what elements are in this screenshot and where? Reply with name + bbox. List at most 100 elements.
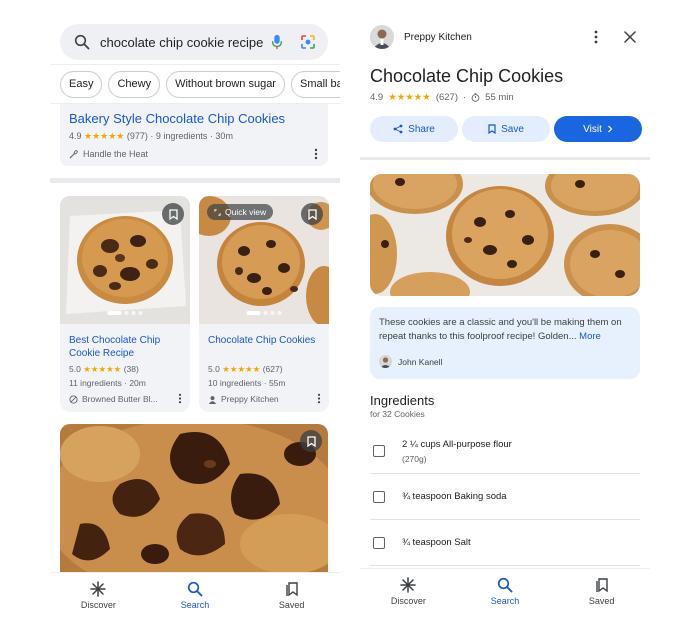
recipe-rating-row: 5.0 ★★★★★ (627)	[208, 364, 283, 375]
recipe-image[interactable]: Quick view	[199, 196, 329, 326]
expand-icon	[214, 208, 221, 216]
recipe-description-card[interactable]: These cookies are a classic and you'll b…	[370, 307, 640, 379]
action-buttons: Share Save Visit	[370, 116, 642, 142]
recipe-hero-image[interactable]	[370, 174, 640, 296]
bookmark-button[interactable]	[300, 430, 322, 452]
carousel-dots	[107, 311, 143, 315]
author-row: John Kanell	[379, 355, 442, 368]
section-divider	[360, 157, 650, 160]
bookmark-icon	[488, 124, 496, 134]
recipe-detail-screen: Preppy Kitchen Chocolate Chip Cookies 4.…	[360, 0, 650, 622]
recipe-image-large[interactable]	[60, 424, 328, 574]
recipe-title[interactable]: Chocolate Chip Cookies	[208, 334, 323, 347]
recipe-rating-row: 4.9 ★★★★★ (627) · 55 min	[370, 92, 514, 103]
author-name: John Kanell	[398, 356, 443, 367]
ingredient-checkbox[interactable]	[373, 537, 385, 549]
source-logo-icon	[69, 394, 78, 404]
source-name[interactable]: Preppy Kitchen	[404, 32, 594, 43]
bookmark-button[interactable]	[162, 203, 184, 225]
asterisk-icon	[400, 577, 417, 593]
microphone-icon[interactable]	[270, 34, 284, 50]
recipe-description: These cookies are a classic and you'll b…	[379, 316, 632, 344]
chip-chewy[interactable]: Chewy	[108, 71, 161, 98]
chef-avatar-icon	[208, 395, 217, 404]
ingredients-yield: for 32 Cookies	[370, 409, 425, 419]
rating-value: 5.0	[208, 364, 220, 374]
recipe-rating-row: 5.0 ★★★★★ (38)	[69, 364, 139, 375]
share-button[interactable]: Share	[370, 116, 458, 142]
filter-chips-bar: Easy Chewy Without brown sugar Small bat…	[50, 64, 340, 104]
visit-button[interactable]: Visit	[554, 116, 642, 142]
nav-label: Saved	[588, 596, 615, 606]
page-title: Chocolate Chip Cookies	[370, 66, 564, 86]
star-rating-icon: ★★★★★	[388, 92, 431, 103]
recipe-card-best-chocolate-chip[interactable]: Best Chocolate Chip Cookie Recipe 5.0 ★★…	[60, 196, 190, 412]
recipe-rating-row: 4.9 ★★★★★ (977) · 9 ingredients · 30m	[69, 131, 233, 142]
chip-small-batch[interactable]: Small batch	[290, 71, 340, 98]
ingredient-label: ¾ teaspoon Baking soda	[402, 491, 507, 502]
saved-icon	[595, 578, 608, 593]
source-name: Preppy Kitchen	[221, 394, 279, 404]
ingredient-item[interactable]: ¾ teaspoon Salt	[370, 520, 640, 566]
share-icon	[393, 124, 403, 134]
search-query[interactable]: chocolate chip cookie recipe	[100, 35, 270, 50]
nav-label: Saved	[278, 600, 305, 610]
more-vert-icon[interactable]	[317, 393, 321, 404]
recipe-source: Preppy Kitchen	[208, 394, 279, 404]
more-vert-icon[interactable]	[594, 30, 598, 44]
nav-discover[interactable]: Discover	[360, 569, 457, 622]
ingredient-item[interactable]: 2 ¼ cups All-purpose flour (270g)	[370, 428, 640, 474]
more-link[interactable]: More	[579, 331, 601, 342]
recipe-source: Browned Butter Bl...	[69, 394, 158, 404]
ingredient-label: 2 ¼ cups All-purpose flour	[402, 439, 512, 450]
nav-saved[interactable]: Saved	[243, 573, 340, 622]
nav-saved[interactable]: Saved	[553, 569, 650, 622]
ingredient-checkbox[interactable]	[373, 445, 385, 457]
ingredient-item[interactable]: ¾ teaspoon Baking soda	[370, 474, 640, 520]
star-rating-icon: ★★★★★	[222, 364, 261, 374]
recipe-title[interactable]: Bakery Style Chocolate Chip Cookies	[69, 111, 285, 126]
quick-view-label: Quick view	[225, 207, 267, 217]
rating-value: 4.9	[370, 92, 384, 103]
review-count: (627)	[262, 364, 283, 374]
avatar[interactable]	[370, 25, 394, 49]
rating-value: 4.9	[69, 131, 82, 141]
recipe-meta: 11 ingredients · 20m	[69, 378, 146, 388]
bookmark-button[interactable]	[301, 203, 323, 225]
saved-icon	[285, 582, 298, 597]
chip-easy[interactable]: Easy	[60, 71, 103, 98]
close-icon[interactable]	[624, 31, 636, 43]
nav-label: Discover	[390, 596, 426, 606]
save-button[interactable]: Save	[462, 116, 550, 142]
share-label: Share	[408, 123, 435, 135]
lens-icon[interactable]	[300, 34, 316, 50]
recipe-image[interactable]	[60, 196, 190, 324]
more-vert-icon[interactable]	[178, 393, 182, 404]
ingredient-amount: (270g)	[402, 454, 427, 464]
author-avatar	[379, 355, 392, 368]
whisk-icon	[69, 149, 78, 158]
top-recipe-result[interactable]: Bakery Style Chocolate Chip Cookies 4.9 …	[60, 104, 328, 166]
bookmark-icon	[307, 208, 317, 220]
search-bar[interactable]: chocolate chip cookie recipe	[60, 24, 328, 60]
recipe-title[interactable]: Best Chocolate Chip Cookie Recipe	[69, 334, 184, 360]
nav-search[interactable]: Search	[147, 573, 244, 622]
nav-search[interactable]: Search	[457, 569, 554, 622]
chip-without-brown-sugar[interactable]: Without brown sugar	[166, 71, 285, 98]
chevron-right-icon	[607, 125, 613, 133]
quick-view-badge[interactable]: Quick view	[207, 204, 274, 220]
source-name: Browned Butter Bl...	[82, 394, 158, 404]
search-icon	[187, 581, 203, 597]
carousel-dots	[246, 311, 282, 315]
star-rating-icon: ★★★★★	[84, 131, 125, 141]
visit-label: Visit	[583, 123, 602, 135]
rating-value: 5.0	[69, 364, 81, 374]
section-divider	[50, 178, 340, 183]
recipe-card-preppy-kitchen[interactable]: Quick view Chocolate Chip Cookies 5.0 ★★…	[199, 196, 329, 412]
ingredient-checkbox[interactable]	[373, 491, 385, 503]
more-vert-icon[interactable]	[314, 148, 318, 160]
recipe-meta: (977) · 9 ingredients · 30m	[126, 131, 233, 141]
bottom-navigation: Discover Search Saved	[50, 572, 340, 622]
bookmark-icon	[306, 435, 316, 447]
nav-discover[interactable]: Discover	[50, 573, 147, 622]
